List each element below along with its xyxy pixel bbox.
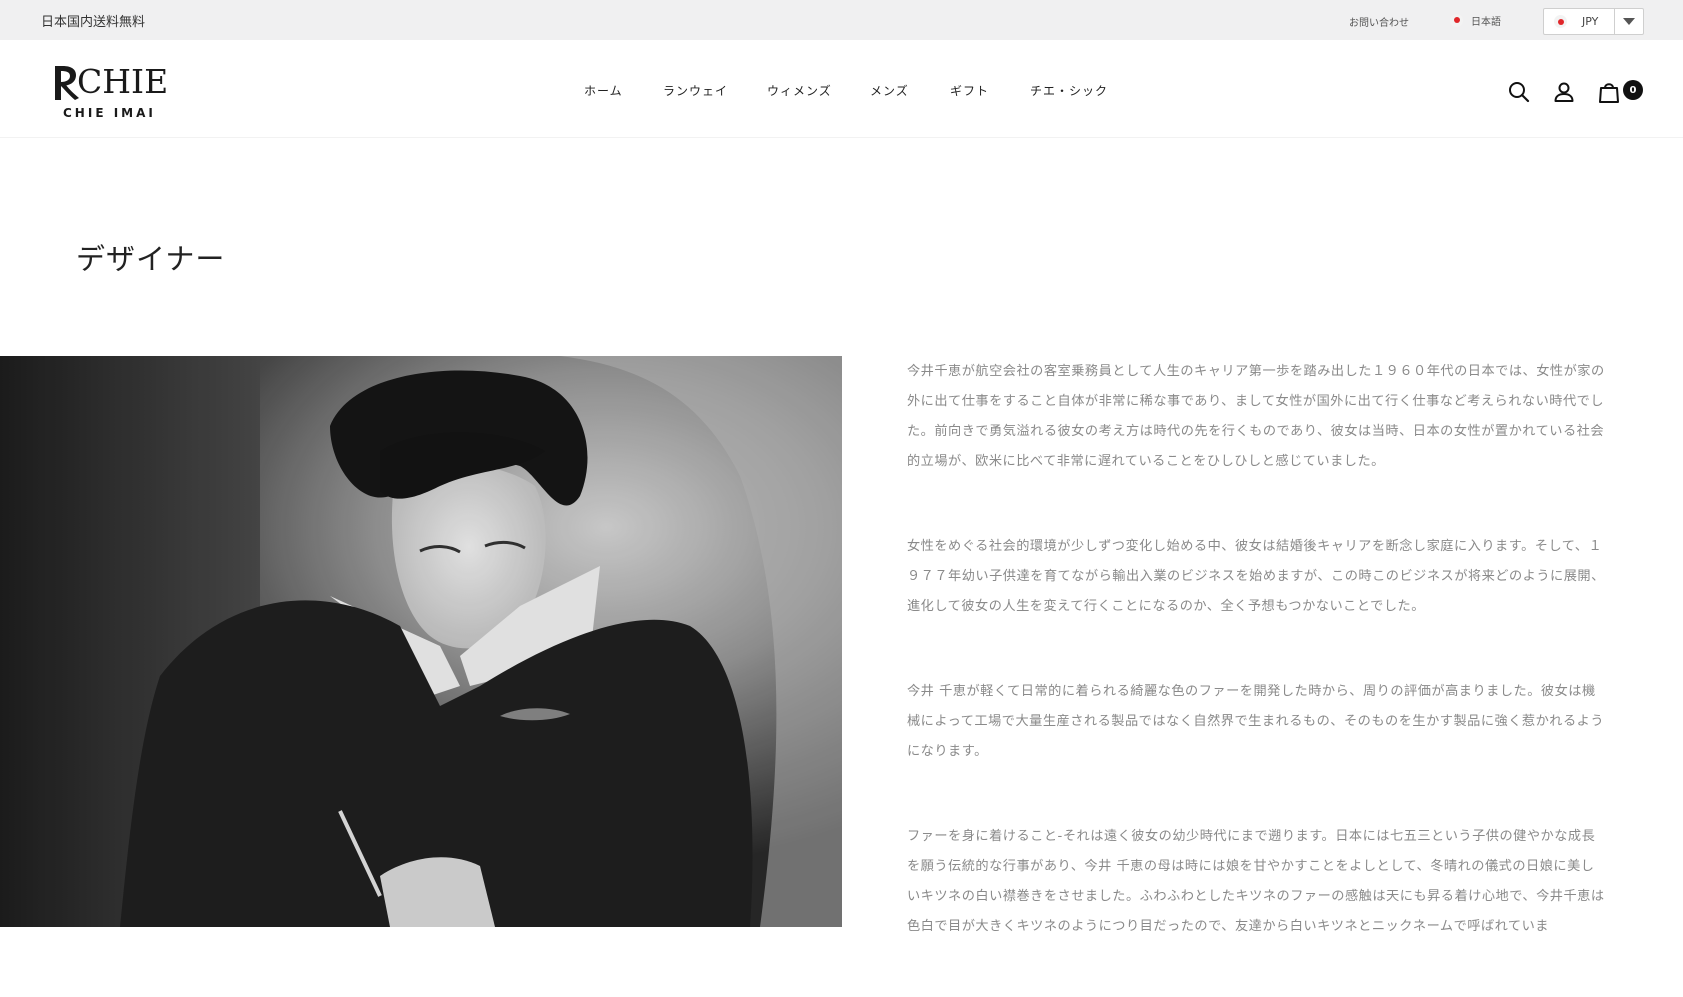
japan-flag-icon	[1450, 13, 1463, 27]
announcement-bar: 日本国内送料無料 お問い合わせ 日本語 JPY	[0, 0, 1683, 40]
cart-count-badge[interactable]: 0	[1623, 80, 1643, 100]
logo-subtitle: CHIE IMAI	[63, 106, 156, 120]
shopping-bag-icon[interactable]	[1597, 80, 1621, 104]
nav-item-womens[interactable]: ウィメンズ	[767, 82, 832, 99]
nav-item-home[interactable]: ホーム	[584, 82, 623, 99]
search-icon[interactable]	[1507, 80, 1531, 104]
japan-flag-icon	[1554, 15, 1567, 28]
nav-item-chie-chic[interactable]: チエ・シック	[1030, 82, 1108, 99]
site-header: CHIE CHIE IMAI ホーム ランウェイ ウィメンズ メンズ ギフト チ…	[0, 40, 1683, 138]
currency-selector[interactable]: JPY	[1543, 8, 1644, 35]
designer-bio: 今井千恵が航空会社の客室乗務員として人生のキャリア第一歩を踏み出した１９６０年代…	[907, 357, 1607, 997]
chevron-down-icon	[1623, 18, 1635, 25]
nav-item-mens[interactable]: メンズ	[870, 82, 909, 99]
main-nav: ホーム ランウェイ ウィメンズ メンズ ギフト チエ・シック	[0, 82, 1683, 102]
bio-paragraph: 女性をめぐる社会的環境が少しずつ変化し始める中、彼女は結婚後キャリアを断念し家庭…	[907, 539, 1605, 614]
nav-item-gift[interactable]: ギフト	[950, 82, 989, 99]
language-label: 日本語	[1471, 16, 1501, 28]
bio-paragraph: 今井 千恵が軽くて日常的に着られる綺麗な色のファーを開発した時から、周りの評価が…	[907, 684, 1605, 759]
language-selector[interactable]: 日本語	[1450, 11, 1501, 29]
free-shipping-text: 日本国内送料無料	[41, 15, 146, 30]
page-title: デザイナー	[76, 242, 226, 276]
nav-item-runway[interactable]: ランウェイ	[663, 82, 728, 99]
bio-paragraph: ファーを身に着けること-それは遠く彼女の幼少時代にまで遡ります。日本には七五三と…	[907, 829, 1605, 934]
contact-link[interactable]: お問い合わせ	[1349, 14, 1409, 29]
designer-photo	[0, 356, 842, 927]
user-icon[interactable]	[1552, 80, 1576, 104]
currency-dropdown-button[interactable]	[1614, 9, 1643, 34]
bio-paragraph: 今井千恵が航空会社の客室乗務員として人生のキャリア第一歩を踏み出した１９６０年代…	[907, 364, 1605, 469]
currency-code: JPY	[1582, 15, 1599, 28]
designer-portrait-image	[0, 356, 842, 927]
